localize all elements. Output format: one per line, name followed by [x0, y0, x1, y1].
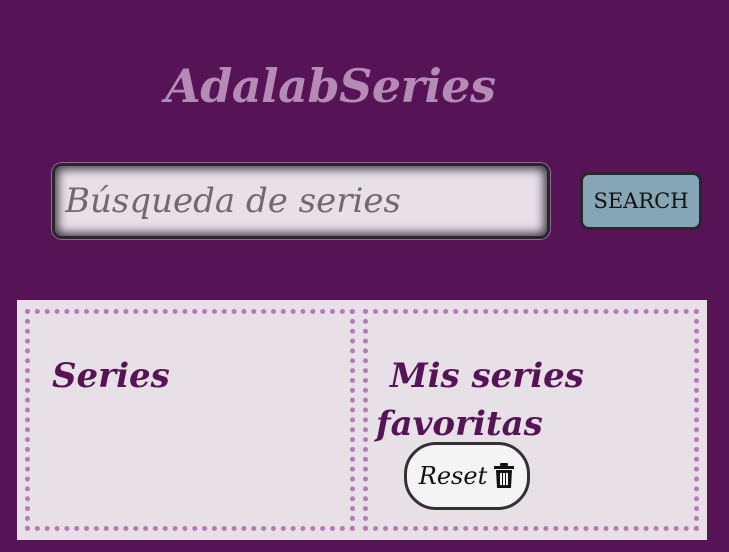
search-input[interactable]	[52, 163, 550, 239]
reset-label: Reset	[418, 462, 488, 490]
results-panel: Series Mis series favoritas Reset	[17, 300, 707, 540]
favorites-column: Mis series favoritas Reset	[363, 309, 699, 531]
search-button[interactable]: SEARCH	[580, 172, 702, 230]
app-title: AdalabSeries	[165, 58, 496, 113]
series-heading: Series	[52, 356, 170, 397]
trash-icon	[494, 463, 515, 488]
favorites-heading: Mis series favoritas	[376, 356, 584, 445]
reset-button[interactable]: Reset	[404, 442, 530, 510]
series-column: Series	[25, 309, 355, 531]
